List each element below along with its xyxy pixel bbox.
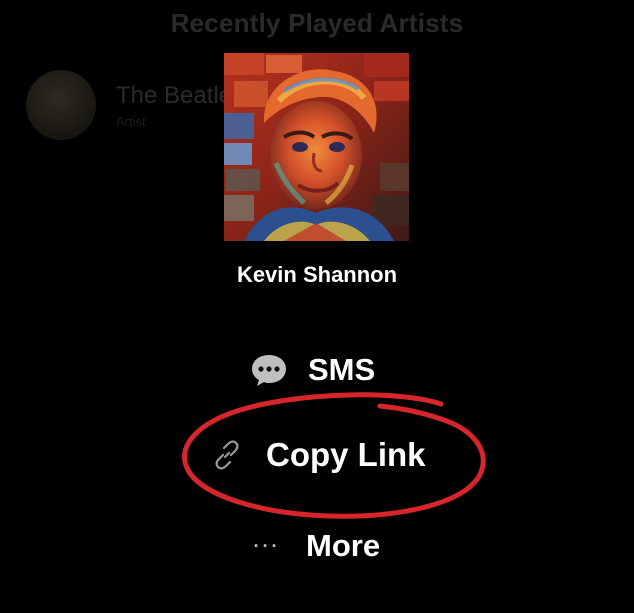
copy-link-label: Copy Link: [266, 436, 426, 473]
chat-bubble-icon: [250, 353, 288, 387]
link-icon: [212, 440, 242, 470]
sms-option[interactable]: SMS: [250, 352, 375, 388]
more-label: More: [306, 528, 381, 563]
share-title: Kevin Shannon: [236, 262, 398, 287]
artist-avatar: [26, 70, 96, 140]
share-screen: Recently Played Artists The Beatles Arti…: [0, 0, 634, 613]
sms-label: SMS: [308, 352, 376, 387]
ellipsis-icon: ···: [253, 535, 281, 556]
more-option[interactable]: ··· More: [250, 528, 381, 564]
section-title: Recently Played Artists: [170, 8, 464, 38]
artist-row[interactable]: The Beatles Artist: [26, 70, 244, 140]
cover-image: [224, 53, 409, 241]
copy-link-option[interactable]: Copy Link: [212, 436, 426, 474]
